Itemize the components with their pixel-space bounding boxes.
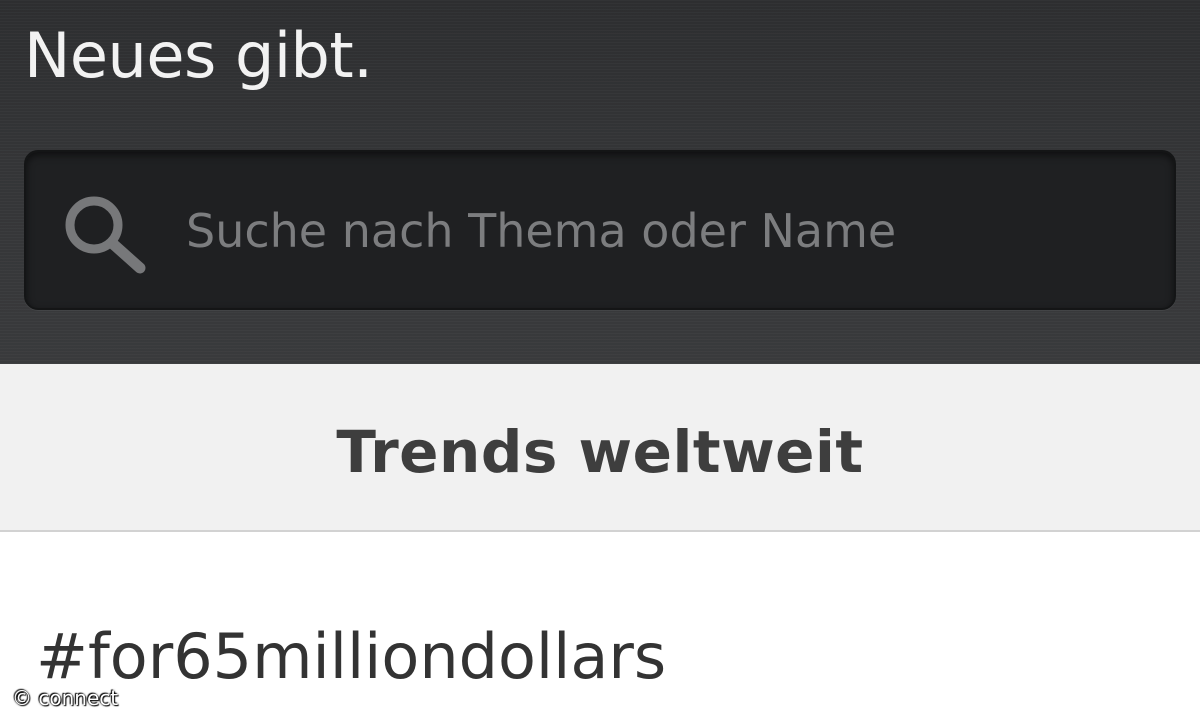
search-input[interactable]	[186, 188, 1146, 274]
search-box[interactable]	[24, 150, 1176, 310]
search-icon[interactable]	[60, 192, 152, 274]
trend-list: #for65milliondollars	[0, 532, 1200, 720]
top-panel: Neues gibt.	[0, 0, 1200, 364]
trend-item[interactable]: #for65milliondollars	[36, 618, 666, 696]
watermark-text: © connect	[12, 686, 119, 710]
trends-section-header: Trends weltweit	[0, 364, 1200, 532]
intro-text: Neues gibt.	[24, 19, 373, 92]
trends-title: Trends weltweit	[336, 418, 864, 486]
